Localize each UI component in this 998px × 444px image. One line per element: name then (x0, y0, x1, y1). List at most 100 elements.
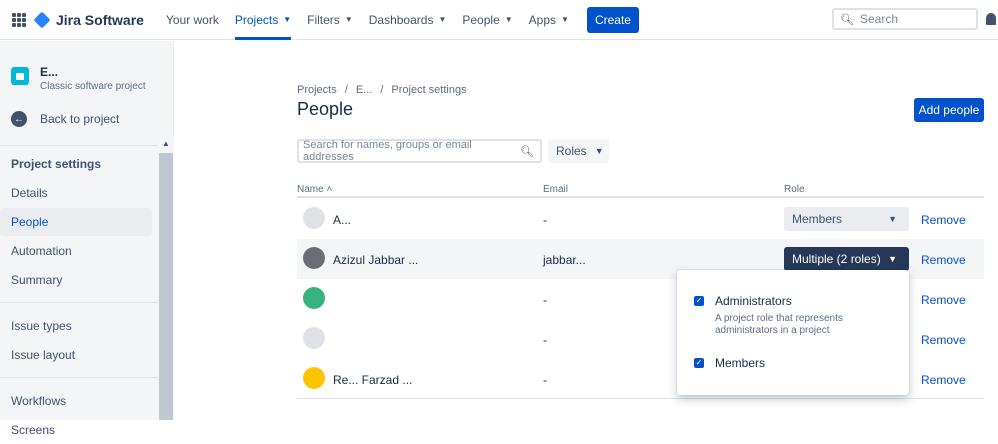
role-option-members[interactable]: ✓ Members (694, 356, 765, 370)
roles-filter-button[interactable]: Roles ▼ (548, 139, 609, 163)
role-select[interactable]: Multiple (2 roles) ▼ (784, 247, 909, 271)
nav-label: Your work (165, 12, 219, 27)
nav-your-work[interactable]: Your work (166, 0, 219, 40)
breadcrumb-project-settings[interactable]: Project settings (391, 84, 466, 96)
avatar (303, 327, 325, 349)
project-avatar-icon (11, 67, 29, 85)
chevron-down-icon: ▼ (594, 146, 604, 156)
add-people-button[interactable]: Add people (914, 98, 984, 122)
arrow-left-icon: ← (11, 111, 27, 127)
breadcrumb: Projects / E... / Project settings (297, 84, 475, 96)
chevron-down-icon: ▼ (888, 254, 897, 264)
role-select[interactable]: Members ▼ (784, 207, 909, 231)
sidebar-item-issue-types[interactable]: Issue types (0, 312, 152, 340)
people-search-input[interactable]: Search for names, groups or email addres… (297, 139, 542, 163)
user-email: - (543, 293, 547, 307)
user-name: Azizul Jabbar ... (333, 253, 419, 267)
sidebar: E... Classic software project ← Back to … (0, 41, 174, 437)
breadcrumb-project[interactable]: E... (356, 84, 373, 96)
avatar (303, 367, 325, 389)
column-header-name[interactable]: Name ˄ (297, 184, 332, 195)
sidebar-item-people[interactable]: People (0, 208, 152, 236)
role-value: Multiple (2 roles) (792, 252, 881, 266)
divider (0, 294, 158, 303)
table-row: A... - Members ▼ Remove (297, 199, 984, 239)
roles-dropdown-menu: ✓ Administrators A project role that rep… (677, 270, 909, 395)
role-value: Members (792, 212, 843, 226)
jira-logo[interactable]: Jira Software (33, 11, 144, 28)
sidebar-item-automation[interactable]: Automation (0, 237, 152, 265)
chevron-down-icon: ▼ (344, 15, 353, 24)
jira-diamond-icon (33, 11, 51, 28)
remove-button[interactable]: Remove (921, 253, 966, 267)
avatar (303, 207, 325, 229)
breadcrumb-projects[interactable]: Projects (297, 84, 337, 96)
breadcrumb-separator: / (344, 84, 348, 96)
create-button[interactable]: Create (586, 6, 639, 33)
column-header-email: Email (543, 184, 569, 195)
option-description: A project role that represents administr… (715, 313, 843, 336)
user-name: Re... Farzad ... (333, 373, 413, 387)
breadcrumb-separator: / (380, 84, 384, 96)
user-email: - (543, 213, 547, 227)
project-header: E... Classic software project (11, 65, 146, 92)
user-email: jabbar... (543, 253, 586, 267)
remove-button[interactable]: Remove (921, 333, 966, 347)
search-icon: 🔍︎ (520, 145, 534, 158)
divider (0, 369, 158, 378)
search-placeholder: Search for names, groups or email addres… (303, 139, 472, 163)
back-to-project-link[interactable]: ← Back to project (11, 111, 119, 127)
nav-projects[interactable]: Projects ▼ (234, 0, 292, 40)
checkbox-checked-icon[interactable]: ✓ (694, 296, 704, 306)
sidebar-item-details[interactable]: Details (0, 179, 152, 207)
nav-people[interactable]: People ▼ (462, 0, 512, 40)
scroll-thumb[interactable] (159, 153, 173, 420)
project-name: E... (40, 65, 59, 79)
nav-filters[interactable]: Filters ▼ (307, 0, 353, 40)
sidebar-item-summary[interactable]: Summary (0, 266, 152, 294)
top-navigation: Jira Software Your work Projects ▼ Filter… (0, 0, 998, 40)
checkbox-checked-icon[interactable]: ✓ (694, 358, 704, 368)
roles-label: Roles (556, 144, 587, 158)
scroll-up-arrow-icon[interactable]: ▲ (158, 137, 174, 151)
nav-label: Dashboards (368, 12, 434, 27)
chevron-down-icon: ▼ (888, 214, 897, 224)
search-placeholder: Search (859, 12, 898, 26)
option-label: Members (715, 356, 766, 370)
chevron-down-icon: ▼ (438, 15, 447, 24)
search-input[interactable]: 🔍︎ Search (832, 8, 978, 30)
nav-label: Filters (307, 12, 340, 27)
nav-label: People (462, 12, 500, 27)
back-label: Back to project (40, 112, 120, 126)
chevron-down-icon: ▼ (561, 15, 569, 24)
table-header: Name ˄ Email Role (297, 184, 984, 198)
search-icon: 🔍︎ (840, 13, 854, 26)
brand-name: Jira Software (56, 11, 144, 28)
remove-button[interactable]: Remove (921, 373, 966, 387)
remove-button[interactable]: Remove (921, 293, 966, 307)
avatar (303, 287, 325, 309)
remove-button[interactable]: Remove (921, 213, 966, 227)
project-settings-nav: Project settings Details People Automati… (0, 145, 158, 444)
sidebar-item-workflows[interactable]: Workflows (0, 387, 152, 415)
nav-apps[interactable]: Apps ▼ (529, 0, 569, 40)
sidebar-scrollbar[interactable]: ▲ (158, 137, 174, 420)
section-title: Project settings (11, 157, 102, 171)
sidebar-item-screens[interactable]: Screens (0, 416, 152, 444)
avatar (303, 247, 325, 269)
chevron-down-icon: ▼ (283, 15, 292, 24)
nav-label: Apps (528, 12, 557, 27)
notifications-icon[interactable] (986, 13, 996, 25)
option-label: Administrators (715, 294, 792, 308)
column-label: Name (297, 184, 324, 195)
user-email: - (543, 333, 547, 347)
sort-arrow-icon: ˄ (326, 184, 333, 195)
nav-label: Projects (234, 12, 279, 27)
sidebar-item-issue-layout[interactable]: Issue layout (0, 341, 152, 369)
page-title: People (297, 99, 354, 119)
nav-dashboards[interactable]: Dashboards ▼ (369, 0, 447, 40)
app-switcher-icon[interactable] (12, 12, 26, 27)
role-option-administrators[interactable]: ✓ Administrators (694, 294, 792, 308)
column-header-role: Role (784, 184, 805, 195)
user-name: A... (333, 213, 352, 227)
